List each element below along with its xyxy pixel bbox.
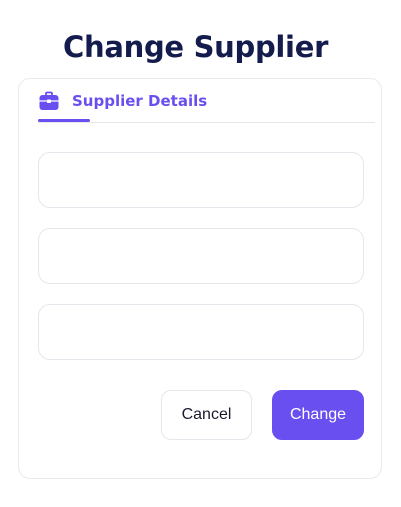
active-tab-indicator [38, 119, 90, 122]
briefcase-icon [38, 90, 60, 112]
supplier-form-card: Supplier Details Cancel Change [18, 78, 382, 479]
tab-label: Supplier Details [72, 92, 208, 110]
page-title: Change Supplier [63, 30, 329, 64]
supplier-field-2[interactable] [38, 228, 364, 284]
tab-supplier-details[interactable]: Supplier Details [38, 90, 207, 122]
supplier-field-3[interactable] [38, 304, 364, 360]
cancel-button[interactable]: Cancel [161, 390, 252, 440]
tab-bar: Supplier Details [38, 79, 375, 123]
change-button[interactable]: Change [272, 390, 364, 440]
supplier-field-1[interactable] [38, 152, 364, 208]
